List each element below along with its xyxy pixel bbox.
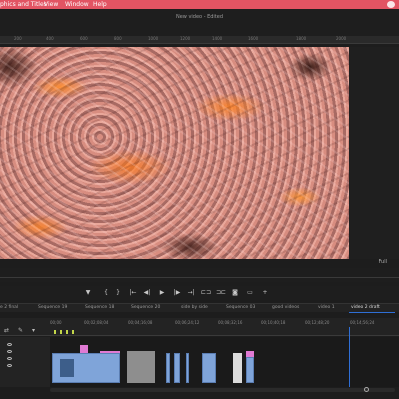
eye-icon[interactable] — [7, 357, 12, 360]
monitor-scrubber[interactable]: Full — [0, 259, 399, 282]
go-to-out-icon[interactable]: →| — [186, 288, 196, 298]
sequence-marker[interactable] — [66, 330, 68, 334]
snap-icon[interactable]: ⇄ — [4, 327, 9, 334]
ruler-tick: 400 — [46, 36, 54, 41]
timeline-tracks — [0, 337, 399, 387]
marker-icon[interactable]: ▼ — [83, 288, 93, 298]
timecode-label: 00;04;16;08 — [128, 320, 153, 325]
eye-icon[interactable] — [7, 350, 12, 353]
track-headers — [0, 337, 50, 387]
eye-icon[interactable] — [7, 343, 12, 346]
menu-help[interactable]: Help — [93, 0, 107, 9]
tab-video-1[interactable]: video 1 — [318, 305, 335, 310]
ruler-tick: 1200 — [180, 36, 191, 41]
timeline-clip[interactable] — [246, 357, 254, 383]
timeline-timecodes: 00;00 00;02;08;04 00;04;16;08 00;06;24;1… — [0, 318, 399, 327]
scrubber-track[interactable] — [0, 277, 399, 278]
timeline-clip[interactable] — [233, 353, 242, 383]
title-bar: New video - Edited — [0, 9, 399, 36]
program-monitor-preview[interactable] — [0, 47, 349, 259]
timecode-label: 00;06;24;12 — [175, 320, 200, 325]
tab-sequence-18[interactable]: Sequence 18 — [85, 305, 114, 310]
ruler-tick: 2000 — [336, 36, 347, 41]
timeline-clip[interactable] — [166, 353, 170, 383]
comparison-view-icon[interactable]: ▭ — [245, 288, 255, 298]
menu-graphics-and-titles[interactable]: phics and Titles — [0, 0, 47, 9]
ruler-tick: 1800 — [296, 36, 307, 41]
marker-add-icon[interactable]: ▾ — [32, 327, 35, 334]
timeline-clip[interactable] — [174, 353, 180, 383]
ruler-tick: 1000 — [148, 36, 159, 41]
creative-cloud-icon[interactable] — [387, 1, 395, 8]
overwrite-icon[interactable]: ⊐⊏ — [216, 288, 226, 298]
step-back-icon[interactable]: ◀| — [142, 288, 152, 298]
window-title: New video - Edited — [175, 14, 224, 20]
active-tab-indicator — [349, 312, 395, 313]
zoom-handle[interactable] — [364, 387, 369, 392]
timeline-scrollbar[interactable] — [50, 388, 395, 392]
tab-sequence-20[interactable]: Sequence 20 — [131, 305, 160, 310]
top-ruler: 200 400 600 800 1000 1200 1400 1600 1800… — [0, 36, 399, 44]
timecode-label: 00;02;08;04 — [84, 320, 109, 325]
timecode-label: 00;12;48;20 — [305, 320, 330, 325]
timeline-clip[interactable] — [80, 345, 88, 353]
tab-sequence-03[interactable]: Sequence 03 — [226, 305, 255, 310]
timeline-playhead[interactable] — [349, 327, 350, 387]
transport-controls: ▼ { } |← ◀| ▶ |▶ →| ⊏⊐ ⊐⊏ ◙ ▭ + — [0, 286, 399, 300]
timecode-label: 00;14;56;24 — [350, 320, 375, 325]
fit-dropdown[interactable]: Full — [378, 259, 387, 265]
tab-e-2-final[interactable]: e 2 final — [0, 305, 18, 310]
timecode-label: 00;08;32;16 — [218, 320, 243, 325]
play-icon[interactable]: ▶ — [157, 288, 167, 298]
in-point-icon[interactable]: { — [101, 288, 111, 298]
menu-window[interactable]: Window — [65, 0, 89, 9]
menu-bar: phics and Titles View Window Help — [0, 0, 399, 9]
sequence-marker[interactable] — [72, 330, 74, 334]
ruler-tick: 200 — [14, 36, 22, 41]
tab-side-by-side[interactable]: side by side — [181, 305, 208, 310]
timecode-label: 00;00 — [50, 320, 62, 325]
out-point-icon[interactable]: } — [113, 288, 123, 298]
ruler-tick: 1600 — [248, 36, 259, 41]
eye-icon[interactable] — [7, 364, 12, 367]
ruler-tick: 600 — [80, 36, 88, 41]
wrench-icon[interactable]: ✎ — [18, 327, 23, 334]
video-frame-texture — [0, 47, 349, 259]
export-frame-icon[interactable]: ◙ — [230, 288, 240, 298]
step-forward-icon[interactable]: |▶ — [172, 288, 182, 298]
go-to-in-icon[interactable]: |← — [128, 288, 138, 298]
sequence-tabs: e 2 final Sequence 19 Sequence 18 Sequen… — [0, 303, 399, 313]
ruler-tick: 1400 — [212, 36, 223, 41]
timeline-clip[interactable] — [60, 359, 74, 377]
sequence-marker[interactable] — [60, 330, 62, 334]
timeline-clip[interactable] — [127, 351, 155, 383]
tab-video-2-draft[interactable]: video 2 draft — [351, 305, 380, 310]
monitor-pasteboard — [349, 47, 399, 259]
ruler-tick: 800 — [114, 36, 122, 41]
tab-good-videos[interactable]: good videos — [272, 305, 299, 310]
sequence-marker[interactable] — [54, 330, 56, 334]
tab-sequence-19[interactable]: Sequence 19 — [38, 305, 67, 310]
timeline-clip[interactable] — [186, 353, 189, 383]
add-button-icon[interactable]: + — [260, 288, 270, 298]
timeline-clip[interactable] — [202, 353, 216, 383]
timecode-label: 00;10;40;18 — [261, 320, 286, 325]
menu-view[interactable]: View — [44, 0, 58, 9]
insert-icon[interactable]: ⊏⊐ — [201, 288, 211, 298]
